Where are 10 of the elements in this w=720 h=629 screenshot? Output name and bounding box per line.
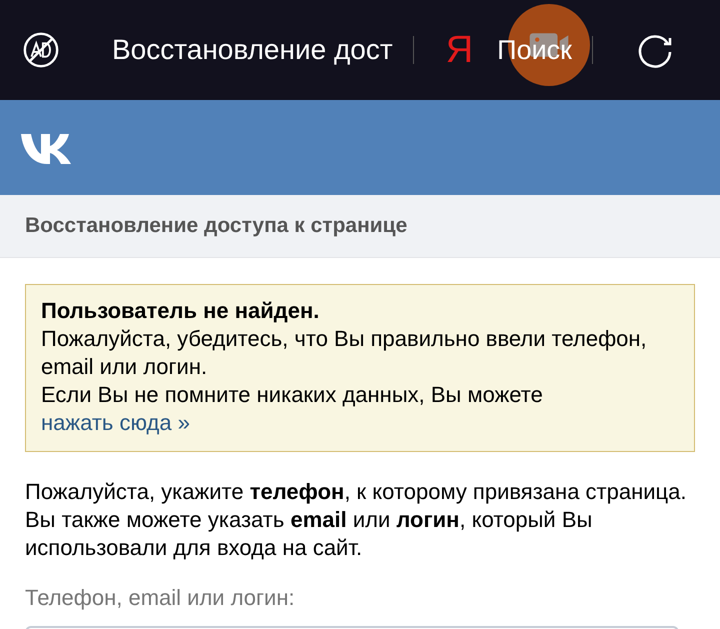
page-title: Восстановление доступа к странице (25, 214, 408, 238)
field-label: Телефон, email или логин: (25, 584, 296, 612)
tab-title[interactable]: Восстановление дост (112, 34, 393, 66)
notice-text: Если Вы не помните никаких данных, Вы можете (41, 381, 544, 409)
recovery-link[interactable]: нажать сюда » (41, 410, 190, 435)
notice-title: Пользователь не найден. (41, 297, 320, 325)
search-logo[interactable]: Я (446, 28, 474, 72)
instructions-text: Пожалуйста, укажите телефон, к которому привязана страница. Вы также можете указать email или логин, который Вы использовали для входа на сайт. (25, 478, 688, 562)
notice-text: Пожалуйста, убедитесь, что Вы правильно ввели телефон, email или логин. (41, 325, 648, 381)
ad-block-icon[interactable] (22, 31, 60, 69)
